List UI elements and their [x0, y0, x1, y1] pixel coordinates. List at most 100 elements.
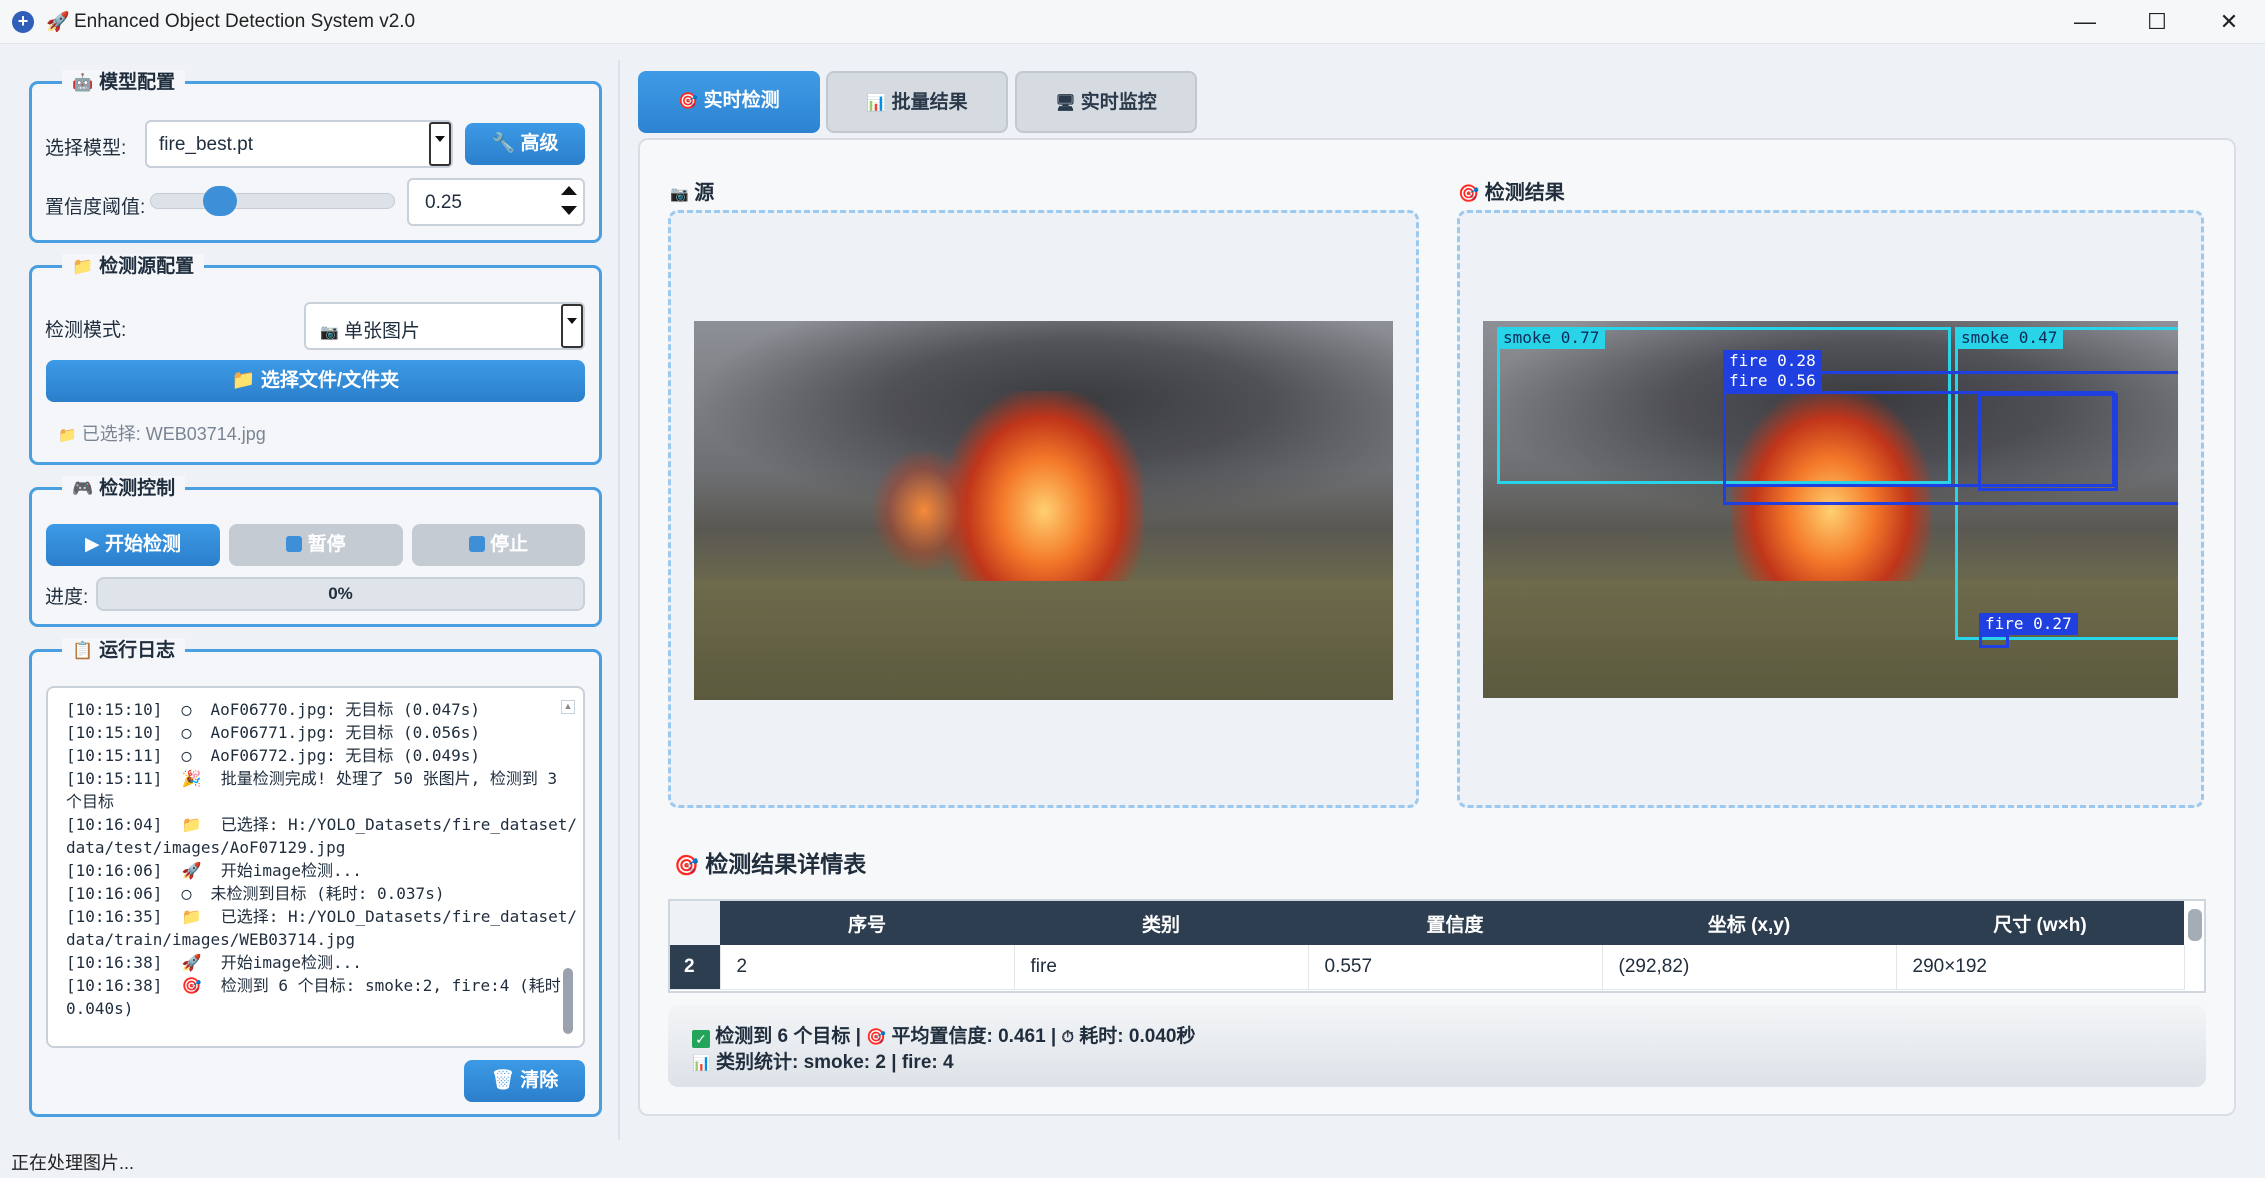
model-select[interactable]: fire_best.pt	[145, 120, 453, 168]
confidence-label: 置信度阈值:	[45, 197, 146, 218]
summary-line-2: 📊 类别统计: smoke: 2 | fire: 4	[692, 1052, 954, 1073]
robot-icon: 🤖	[72, 73, 94, 92]
window-title: Enhanced Object Detection System v2.0	[74, 11, 416, 32]
source-config-title: 📁 检测源配置	[62, 254, 205, 280]
target-icon: 🎯	[866, 1029, 887, 1046]
table-title: 🎯 检测结果详情表	[674, 851, 867, 877]
pause-button[interactable]: 暂停	[229, 524, 403, 566]
select-model-label: 选择模型:	[45, 138, 127, 159]
target-icon: 🎯	[1458, 184, 1480, 203]
tab-realtime-monitor[interactable]: 🖥 实时监控	[1015, 71, 1197, 133]
camera-icon: 📷	[320, 324, 339, 341]
advanced-button[interactable]: 🔧 高级	[465, 123, 585, 165]
log-textarea[interactable]: [10:15:10] ◯ AoF06770.jpg: 无目标 (0.047s) […	[46, 686, 585, 1048]
mode-label: 检测模式:	[45, 320, 127, 341]
control-title: 🎮 检测控制	[62, 476, 186, 502]
log-line: [10:16:38] 🎯 检测到 6 个目标: smoke:2, fire:4 …	[66, 976, 571, 995]
clipboard-icon: 📋	[72, 641, 94, 660]
log-line: [10:16:06] 🚀 开始image检测...	[66, 861, 362, 880]
model-value: fire_best.pt	[159, 134, 253, 155]
monitor-icon: 🖥	[1055, 95, 1076, 112]
folder-icon: 📁	[231, 370, 256, 391]
timer-icon: ⏱	[1061, 1029, 1075, 1046]
log-line: [10:16:04] 📁 已选择: H:/YOLO_Datasets/fire_…	[66, 815, 578, 834]
play-icon: ▶	[85, 534, 100, 555]
bar-chart-icon: 📊	[692, 1055, 711, 1072]
col-header-size[interactable]: 尺寸 (w×h)	[1896, 901, 2184, 945]
progress-bar: 0%	[96, 577, 585, 611]
progress-label: 进度:	[45, 587, 89, 608]
cell-coords: (292,82)	[1602, 945, 1897, 990]
camera-icon: 📷	[670, 186, 689, 203]
tab-batch-results[interactable]: 📊 批量结果	[826, 71, 1008, 133]
log-line: [10:16:38] 🚀 开始image检测...	[66, 953, 362, 972]
result-title: 🎯 检测结果	[1458, 182, 1565, 204]
clear-log-button[interactable]: 🗑 清除	[464, 1060, 585, 1102]
result-image: smoke 0.77 smoke 0.47 fire 0.28 fire 0.5…	[1483, 321, 2178, 698]
spin-down-icon[interactable]	[561, 206, 577, 215]
target-icon: 🎯	[678, 93, 699, 110]
summary-box: ✓ 检测到 6 个目标 | 🎯 平均置信度: 0.461 | ⏱ 耗时: 0.0…	[668, 1005, 2206, 1087]
mode-select[interactable]: 📷 单张图片	[304, 302, 585, 350]
select-file-button[interactable]: 📁 选择文件/文件夹	[46, 360, 585, 402]
folder-icon: 📁	[72, 257, 94, 276]
table-scrollbar[interactable]	[2188, 909, 2202, 941]
chevron-down-icon[interactable]	[429, 122, 451, 166]
close-button[interactable]: ✕	[2194, 0, 2264, 44]
stop-icon	[468, 536, 485, 552]
log-line: 0.040s)	[66, 999, 134, 1018]
log-line: 个目标	[66, 792, 115, 811]
mode-value: 单张图片	[343, 321, 420, 342]
log-line: [10:15:10] ◯ AoF06770.jpg: 无目标 (0.047s)	[66, 700, 481, 719]
corner-header	[670, 901, 720, 945]
bbox-fire-4	[1978, 393, 2118, 491]
splitter[interactable]	[618, 60, 620, 1140]
log-line: [10:15:11] ◯ AoF06772.jpg: 无目标 (0.049s)	[66, 746, 481, 765]
log-line: data/test/images/AoF07129.jpg	[66, 838, 346, 857]
col-header-confidence[interactable]: 置信度	[1308, 901, 1602, 945]
log-scrollbar[interactable]	[563, 968, 573, 1034]
cell-size: 290×192	[1896, 945, 2185, 990]
app-icon: +	[12, 11, 34, 33]
spin-up-icon[interactable]	[561, 186, 577, 195]
log-title: 📋 运行日志	[62, 638, 186, 664]
trash-icon: 🗑	[490, 1070, 515, 1091]
wrench-icon: 🔧	[491, 133, 516, 154]
confidence-slider-track[interactable]	[150, 193, 395, 209]
source-image	[694, 321, 1393, 700]
log-line: [10:16:35] 📁 已选择: H:/YOLO_Datasets/fire_…	[66, 907, 578, 926]
chevron-down-icon[interactable]	[561, 304, 583, 348]
status-bar-text: 正在处理图片...	[11, 1153, 135, 1173]
log-lines: [10:15:10] ◯ AoF06770.jpg: 无目标 (0.047s) […	[66, 698, 578, 1020]
col-header-index[interactable]: 序号	[720, 901, 1014, 945]
maximize-button[interactable]: ☐	[2122, 0, 2192, 44]
summary-line-1: ✓ 检测到 6 个目标 | 🎯 平均置信度: 0.461 | ⏱ 耗时: 0.0…	[692, 1021, 1195, 1048]
log-line: data/train/images/WEB03714.jpg	[66, 930, 355, 949]
pause-icon	[286, 536, 303, 552]
confidence-slider-handle[interactable]	[202, 186, 237, 216]
target-icon: 🎯	[674, 855, 699, 877]
cell-confidence: 0.557	[1308, 945, 1603, 990]
row-index: 2	[670, 945, 721, 990]
minimize-button[interactable]: —	[2050, 0, 2120, 44]
col-header-coords[interactable]: 坐标 (x,y)	[1602, 901, 1896, 945]
tab-realtime-detection[interactable]: 🎯 实时检测	[638, 71, 820, 133]
stop-button[interactable]: 停止	[412, 524, 585, 566]
rocket-icon: 🚀	[46, 12, 70, 33]
log-line: [10:15:11] 🎉 批量检测完成! 处理了 50 张图片, 检测到 3	[66, 769, 558, 788]
bar-chart-icon: 📊	[866, 95, 887, 112]
table-row[interactable]: 2 2 fire 0.557 (292,82) 290×192	[670, 945, 2185, 990]
log-line: [10:16:06] ◯ 未检测到目标 (耗时: 0.037s)	[66, 884, 445, 903]
col-header-class[interactable]: 类别	[1014, 901, 1308, 945]
scroll-up-icon[interactable]: ▲	[561, 700, 575, 714]
gamepad-icon: 🎮	[72, 479, 94, 498]
cell-index: 2	[720, 945, 1015, 990]
cell-class: fire	[1014, 945, 1309, 990]
results-table: 序号 类别 置信度 坐标 (x,y) 尺寸 (w×h) 2 2 fire 0.5…	[668, 899, 2206, 993]
model-config-title: 🤖 模型配置	[62, 70, 186, 96]
confidence-spinbox[interactable]: 0.25	[407, 178, 585, 226]
log-line: [10:15:10] ◯ AoF06771.jpg: 无目标 (0.056s)	[66, 723, 481, 742]
start-detection-button[interactable]: ▶ 开始检测	[46, 524, 220, 566]
source-title: 📷 源	[670, 182, 715, 204]
selected-file-text: 📁 已选择: WEB03714.jpg	[58, 424, 266, 444]
